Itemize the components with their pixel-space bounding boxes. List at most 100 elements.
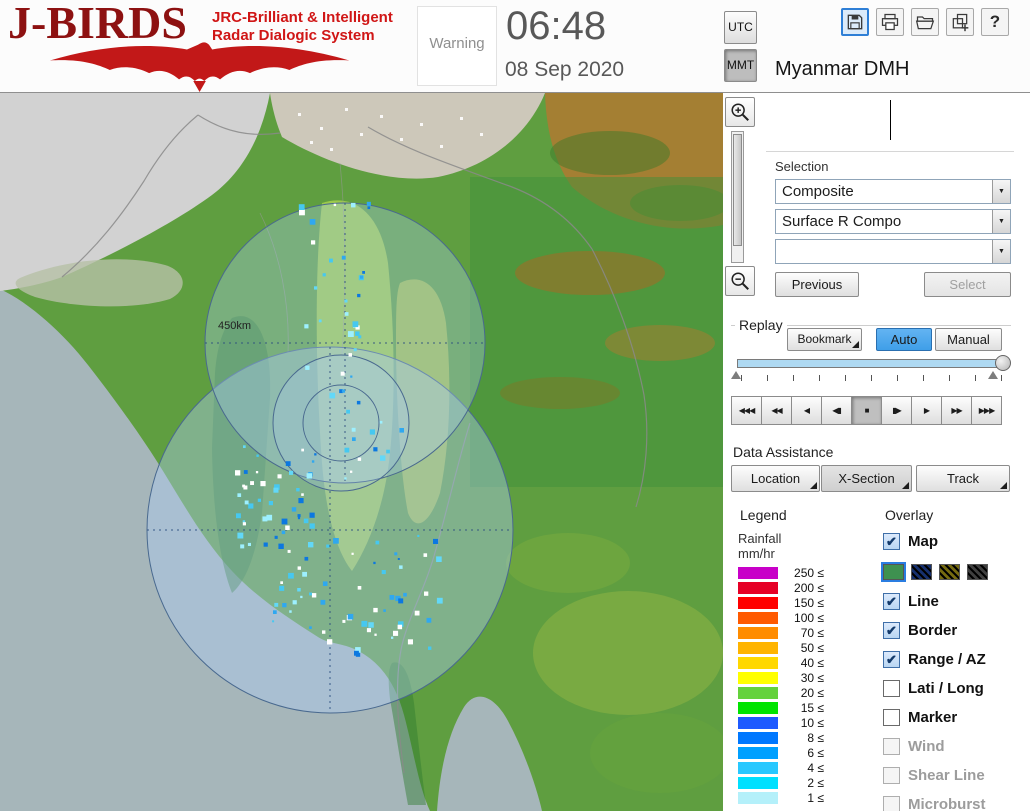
product-dropdown[interactable]: Surface R Compo ▼ (775, 209, 1011, 234)
legend-color-swatch (738, 656, 778, 669)
checkbox (883, 767, 900, 784)
composite-dropdown[interactable]: Composite ▼ (775, 179, 1011, 204)
zoom-out-button[interactable] (725, 266, 755, 296)
legend-row: 2 ≤ (738, 775, 824, 790)
checkbox[interactable] (883, 709, 900, 726)
empty-dropdown[interactable]: ▼ (775, 239, 1011, 264)
radar-map[interactable]: 450km (0, 93, 723, 811)
clock-date: 08 Sep 2020 (505, 58, 625, 81)
chevron-down-icon[interactable]: ▼ (992, 210, 1010, 233)
utc-button[interactable]: UTC (724, 11, 757, 44)
track-button[interactable]: Track (916, 465, 1010, 492)
checkbox[interactable]: ✔ (883, 651, 900, 668)
legend-value: 250 ≤ (794, 565, 824, 580)
legend-row: 8 ≤ (738, 730, 824, 745)
location-button[interactable]: Location (731, 465, 820, 492)
help-button[interactable]: ? (981, 8, 1009, 36)
open-button[interactable] (911, 8, 939, 36)
chevron-down-icon[interactable]: ▼ (992, 240, 1010, 263)
replay-slider-track[interactable] (737, 359, 1003, 368)
eagle-logo-icon (49, 42, 350, 92)
legend-value: 20 ≤ (800, 685, 824, 700)
manual-button[interactable]: Manual (935, 328, 1002, 351)
legend-value: 15 ≤ (800, 700, 824, 715)
tick-mark (741, 375, 742, 381)
zoom-in-button[interactable] (725, 97, 755, 127)
zoom-slider-thumb[interactable] (733, 134, 742, 246)
legend-color-swatch (738, 716, 778, 729)
zoom-out-icon (731, 272, 749, 290)
overlay-item-label: Lati / Long (908, 680, 984, 697)
auto-button[interactable]: Auto (876, 328, 932, 351)
map-style-swatch-1[interactable] (911, 563, 932, 580)
legend-color-swatch (738, 626, 778, 639)
playback-button-2[interactable]: ◀ (791, 396, 822, 425)
tick-mark (897, 375, 898, 381)
overlay-item-map[interactable]: ✔ Map (883, 527, 1030, 556)
map-style-swatch-2[interactable] (939, 563, 960, 580)
playback-button-7[interactable]: ▶▶ (941, 396, 972, 425)
legend-row: 150 ≤ (738, 595, 824, 610)
print-icon (881, 13, 899, 31)
checkbox[interactable] (883, 680, 900, 697)
playback-button-0[interactable]: ◀◀◀ (731, 396, 762, 425)
zoom-slider[interactable] (731, 131, 744, 263)
legend-value: 30 ≤ (800, 670, 824, 685)
terrain-ridge (500, 377, 620, 409)
map-style-swatch-3[interactable] (967, 563, 988, 580)
checkbox[interactable]: ✔ (883, 622, 900, 639)
overlay-item-label: Microburst (908, 796, 986, 811)
import-button[interactable] (946, 8, 974, 36)
legend-row: 6 ≤ (738, 745, 824, 760)
clock-time: 06:48 (506, 4, 607, 48)
playback-button-1[interactable]: ◀◀ (761, 396, 792, 425)
separator (766, 151, 1014, 152)
x-section-button[interactable]: X-Section (821, 465, 912, 492)
legend-color-swatch (738, 701, 778, 714)
checkbox[interactable]: ✔ (883, 593, 900, 610)
legend-row: 15 ≤ (738, 700, 824, 715)
legend-color-swatch (738, 746, 778, 759)
legend-row: 200 ≤ (738, 580, 824, 595)
bookmark-button[interactable]: Bookmark (787, 328, 862, 351)
replay-slider-thumb[interactable] (995, 355, 1011, 371)
overlay-item-range-az[interactable]: ✔ Range / AZ (883, 645, 1030, 674)
overlay-item-marker[interactable]: Marker (883, 703, 1030, 732)
playback-button-4[interactable]: ■ (851, 396, 882, 425)
overlay-item-lati-long[interactable]: Lati / Long (883, 674, 1030, 703)
playback-button-5[interactable]: ▮▶ (881, 396, 912, 425)
legend-color-swatch (738, 791, 778, 804)
import-icon (952, 13, 969, 32)
map-style-swatch-0[interactable] (881, 561, 906, 582)
tick-mark (793, 375, 794, 381)
chevron-down-icon[interactable]: ▼ (992, 180, 1010, 203)
previous-button[interactable]: Previous (775, 272, 859, 297)
overlay-item-wind: Wind (883, 732, 1030, 761)
legend-value: 50 ≤ (800, 640, 824, 655)
legend-rows: 250 ≤200 ≤150 ≤100 ≤70 ≤50 ≤40 ≤30 ≤20 ≤… (738, 565, 824, 805)
print-button[interactable] (876, 8, 904, 36)
tick-mark (845, 375, 846, 381)
text-caret (890, 100, 891, 140)
legend-unit: mm/hr (738, 546, 775, 561)
legend-color-swatch (738, 641, 778, 654)
checkbox[interactable]: ✔ (883, 533, 900, 550)
legend-color-swatch (738, 581, 778, 594)
mmt-button[interactable]: MMT (724, 49, 757, 82)
warning-label: Warning (429, 35, 485, 52)
legend-title: Rainfall (738, 531, 782, 546)
playback-button-8[interactable]: ▶▶▶ (971, 396, 1002, 425)
playback-button-3[interactable]: ◀▮ (821, 396, 852, 425)
help-icon: ? (989, 12, 1001, 31)
overlay-item-line[interactable]: ✔ Line (883, 587, 1030, 616)
legend-label: Legend (736, 507, 791, 523)
tick-mark (949, 375, 950, 381)
checkbox (883, 796, 900, 811)
warning-panel[interactable]: Warning (417, 6, 497, 86)
overlay-item-label: Border (908, 622, 958, 639)
save-button[interactable] (841, 8, 869, 36)
overlay-item-border[interactable]: ✔ Border (883, 616, 1030, 645)
legend-value: 40 ≤ (800, 655, 824, 670)
playback-button-6[interactable]: ▶ (911, 396, 942, 425)
legend-color-swatch (738, 671, 778, 684)
